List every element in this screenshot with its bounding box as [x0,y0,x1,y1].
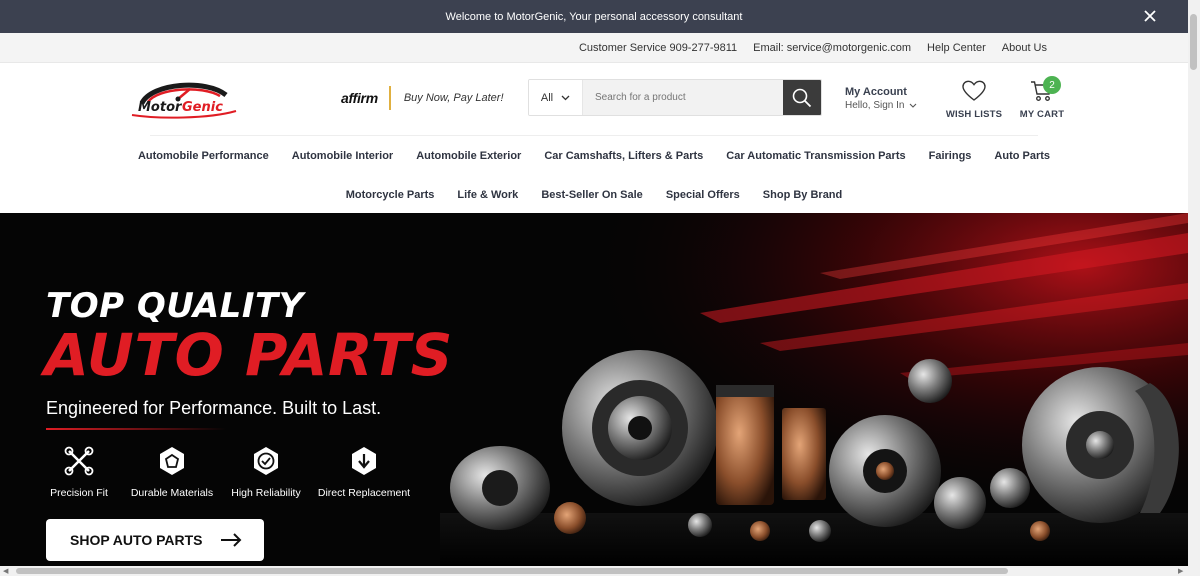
feature-label: Direct Replacement [317,487,411,499]
announcement-text: Welcome to MotorGenic, Your personal acc… [445,10,743,23]
cart-count-badge: 2 [1043,76,1061,94]
motorgenic-logo[interactable]: Motor Genic [128,77,238,121]
hero-banner[interactable]: TOP QUALITY AUTO PARTS Engineered for Pe… [0,213,1188,566]
feature-direct-replacement: Direct Replacement [316,445,412,499]
nav-item-automobile-exterior[interactable]: Automobile Exterior [405,150,533,162]
wishlist-button[interactable]: WISH LISTS [945,80,1003,120]
nav-item-automobile-performance[interactable]: Automobile Performance [126,150,280,162]
feature-label: High Reliability [231,487,301,499]
search-icon [792,88,812,107]
nav-row-2: Motorcycle Parts Life & Work Best-Seller… [150,175,1038,214]
nav-item-special-offers[interactable]: Special Offers [654,189,751,201]
cart-label: MY CART [1019,109,1065,120]
page: Welcome to MotorGenic, Your personal acc… [0,0,1188,566]
svg-text:Genic: Genic [182,100,223,115]
check-shield-icon [250,445,282,477]
hero-title-line-1: TOP QUALITY [46,286,304,326]
heart-icon [962,80,986,101]
auto-parts-hero-image [440,213,1188,566]
feature-precision-fit: Precision Fit [48,445,110,499]
close-icon[interactable] [1142,8,1158,24]
account-title: My Account [845,86,907,98]
search-input[interactable] [583,80,783,115]
wishlist-label: WISH LISTS [945,109,1003,120]
chevron-down-icon [910,103,917,108]
nav-item-motorcycle-parts[interactable]: Motorcycle Parts [334,189,446,201]
vertical-scrollbar[interactable] [1188,0,1200,566]
nav-item-auto-parts[interactable]: Auto Parts [983,150,1062,162]
arrow-right-icon [221,533,242,547]
nav-row-1: Automobile Performance Automobile Interi… [138,136,1050,175]
chevron-down-icon [561,95,570,100]
nav-item-shop-by-brand[interactable]: Shop By Brand [751,189,853,201]
shop-button-label: SHOP AUTO PARTS [70,532,203,548]
category-select[interactable]: All [529,80,583,115]
swap-icon [348,445,380,477]
account-menu[interactable]: My Account Hello, Sign In [845,86,917,111]
affirm-logo: affirm [341,86,391,110]
nav-item-automobile-interior[interactable]: Automobile Interior [280,150,404,162]
affirm-text: Buy Now, Pay Later! [403,92,504,104]
hero-title-line-2: AUTO PARTS [44,321,453,389]
scroll-right-arrow-icon[interactable]: ▶ [1178,567,1183,575]
shield-gear-icon [156,445,188,477]
nav-item-car-transmission[interactable]: Car Automatic Transmission Parts [715,150,917,162]
shop-auto-parts-button[interactable]: SHOP AUTO PARTS [46,519,264,561]
category-value: All [540,91,554,104]
hero-divider [46,428,226,430]
feature-label: Durable Materials [130,487,214,499]
nav-item-car-camshafts[interactable]: Car Camshafts, Lifters & Parts [533,150,715,162]
feature-durable-materials: Durable Materials [128,445,216,499]
sign-in-text: Hello, Sign In [845,100,905,111]
nav-item-fairings[interactable]: Fairings [917,150,983,162]
affirm-promo[interactable]: affirm Buy Now, Pay Later! [341,85,504,111]
nav-item-best-seller[interactable]: Best-Seller On Sale [530,189,655,201]
utility-bar: Customer Service 909-277-9811 Email: ser… [0,33,1188,63]
account-subtitle: Hello, Sign In [845,100,917,111]
nav-item-life-work[interactable]: Life & Work [446,189,530,201]
search-button[interactable] [783,80,821,115]
vertical-scroll-thumb[interactable] [1190,14,1197,70]
announcement-bar: Welcome to MotorGenic, Your personal acc… [0,0,1188,33]
main-nav: Automobile Performance Automobile Interi… [138,135,1050,214]
wrench-cross-icon [63,445,95,477]
search-bar: All [528,79,822,116]
help-center-link[interactable]: Help Center [927,42,986,54]
horizontal-scrollbar[interactable]: ◀ ▶ [0,566,1200,576]
header: Motor Genic affirm Buy Now, Pay Later! A… [0,63,1188,135]
customer-service-link[interactable]: Customer Service 909-277-9811 [579,42,737,54]
hero-tagline: Engineered for Performance. Built to Las… [46,398,382,418]
feature-high-reliability: High Reliability [230,445,302,499]
scroll-left-arrow-icon[interactable]: ◀ [3,567,8,575]
feature-label: Precision Fit [50,487,108,499]
cart-button[interactable]: 2 MY CART [1017,76,1067,120]
horizontal-scroll-thumb[interactable] [16,568,1008,574]
svg-text:Motor: Motor [138,100,183,115]
about-us-link[interactable]: About Us [1002,42,1047,54]
email-link[interactable]: Email: service@motorgenic.com [753,42,911,54]
